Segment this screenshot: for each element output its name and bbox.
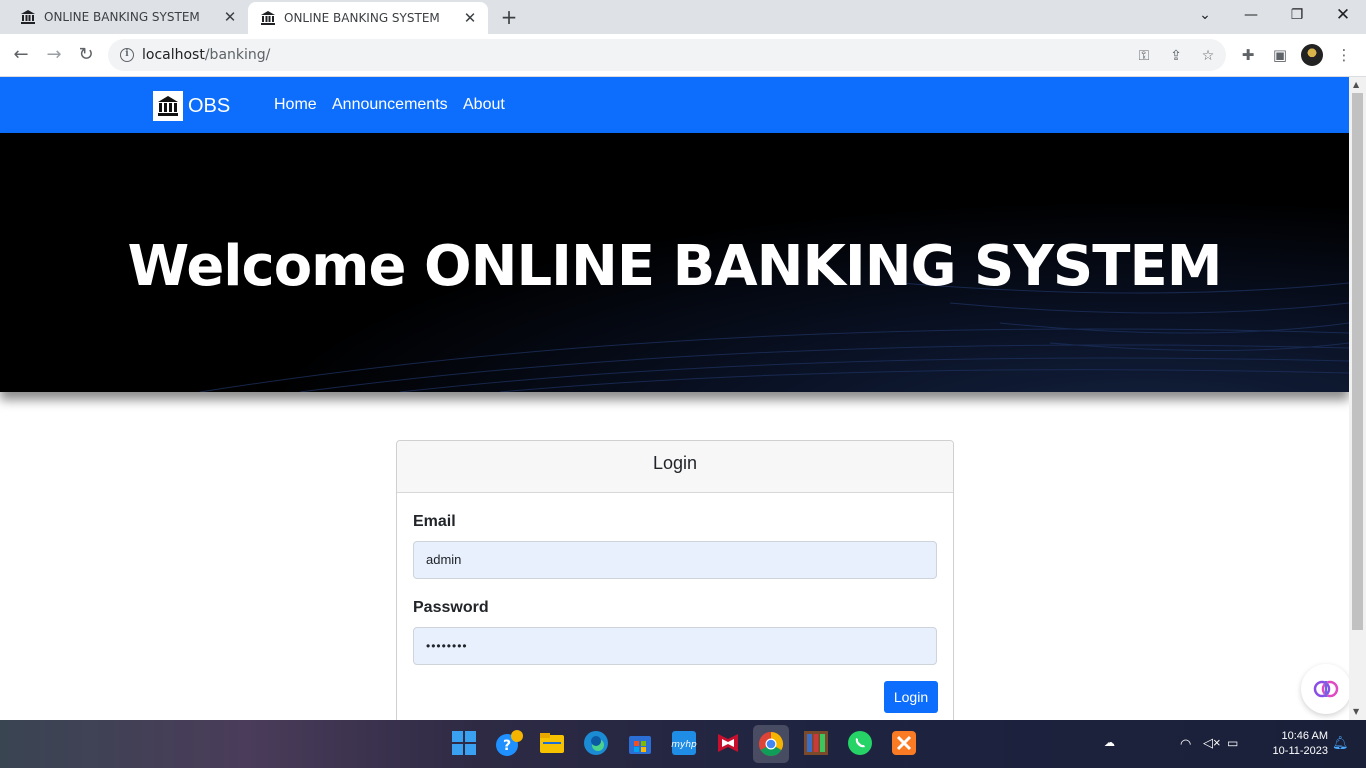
menu-icon[interactable]: ⋮ xyxy=(1334,45,1354,65)
hero-banner: Welcome ONLINE BANKING SYSTEM xyxy=(0,133,1349,392)
login-card-header: Login xyxy=(397,441,953,493)
notification-bell-icon[interactable]: 🔔︎ xyxy=(1332,735,1349,783)
scroll-up-icon[interactable]: ▲ xyxy=(1353,80,1359,89)
xampp-icon[interactable] xyxy=(891,730,917,756)
taskbar-clock[interactable]: 10:46 AM 10-11-2023 xyxy=(1258,729,1328,759)
brand-name: OBS xyxy=(188,94,231,117)
new-tab-button[interactable]: + xyxy=(498,7,520,29)
volume-muted-icon[interactable]: ◁× xyxy=(1203,735,1221,783)
url-host: localhost xyxy=(142,47,205,63)
sidepanel-icon[interactable]: ▣ xyxy=(1270,45,1290,65)
clock-time: 10:46 AM xyxy=(1281,730,1328,742)
tab-search-icon[interactable]: ⌄ xyxy=(1190,4,1220,28)
page-scrollbar[interactable]: ▲ ▼ xyxy=(1349,77,1366,720)
restore-button[interactable]: ❐ xyxy=(1282,4,1312,28)
info-icon[interactable]: i xyxy=(120,48,134,62)
hero-title: Welcome ONLINE BANKING SYSTEM xyxy=(127,234,1223,299)
battery-icon[interactable]: ▭ xyxy=(1227,736,1238,784)
close-icon[interactable]: ✕ xyxy=(462,10,478,26)
scroll-thumb[interactable] xyxy=(1352,93,1363,630)
brand[interactable]: OBS xyxy=(153,91,230,121)
site-navbar: OBS Home Announcements About xyxy=(0,77,1349,133)
url-path: /banking/ xyxy=(204,47,271,63)
nav-link-announcements[interactable]: Announcements xyxy=(332,96,448,114)
file-explorer-icon[interactable] xyxy=(539,730,565,756)
forward-icon[interactable]: → xyxy=(43,44,65,66)
browser-tab[interactable]: ONLINE BANKING SYSTEM ✕ xyxy=(0,0,248,34)
back-icon[interactable]: ← xyxy=(10,44,32,66)
whatsapp-icon[interactable] xyxy=(847,730,873,756)
password-label: Password xyxy=(413,599,489,616)
onedrive-icon[interactable]: ☁ xyxy=(1104,736,1115,784)
clock-date: 10-11-2023 xyxy=(1272,745,1328,757)
winrar-icon[interactable] xyxy=(803,730,829,756)
url-text: localhost/banking/ xyxy=(142,47,270,63)
chrome-icon[interactable] xyxy=(753,725,789,763)
wifi-icon[interactable]: ◠ xyxy=(1180,736,1191,784)
assistant-icon[interactable] xyxy=(1301,664,1349,714)
email-field[interactable]: admin xyxy=(413,541,937,579)
nav-link-home[interactable]: Home xyxy=(274,96,317,114)
svg-text:?: ? xyxy=(503,738,511,754)
star-icon[interactable]: ☆ xyxy=(1200,48,1216,64)
close-window-button[interactable]: ✕ xyxy=(1328,4,1358,28)
address-bar[interactable]: i localhost/banking/ ⚿ ⇪ ☆ xyxy=(108,39,1226,71)
share-icon[interactable]: ⇪ xyxy=(1168,48,1184,64)
browser-toolbar: ← → ↻ i localhost/banking/ ⚿ ⇪ ☆ ✚ ▣ ⋮ xyxy=(0,34,1366,77)
nav-link-about[interactable]: About xyxy=(463,96,505,114)
taskbar: ? myhp ☁ ◠ ◁× ▭ 10:46 AM 10-11-2023 🔔︎ xyxy=(0,720,1366,768)
bank-icon xyxy=(261,11,275,25)
key-icon[interactable]: ⚿ xyxy=(1136,48,1152,64)
email-label: Email xyxy=(413,513,456,530)
minimize-button[interactable]: — xyxy=(1236,4,1266,28)
windows-start-icon[interactable] xyxy=(451,730,477,756)
myhp-icon[interactable]: myhp xyxy=(671,730,697,756)
login-button[interactable]: Login xyxy=(884,681,938,713)
extensions-icon[interactable]: ✚ xyxy=(1238,45,1258,65)
scroll-down-icon[interactable]: ▼ xyxy=(1353,707,1359,716)
page-viewport: OBS Home Announcements About Welcome ONL… xyxy=(0,77,1349,720)
avatar[interactable] xyxy=(1301,44,1323,66)
edge-icon[interactable] xyxy=(583,730,609,756)
mcafee-icon[interactable] xyxy=(715,730,741,756)
bank-logo-icon xyxy=(153,91,183,121)
login-card: Login Email admin Password •••••••• Logi… xyxy=(396,440,954,720)
tab-title: ONLINE BANKING SYSTEM xyxy=(44,10,200,24)
bank-icon xyxy=(21,10,35,24)
browser-tab-active[interactable]: ONLINE BANKING SYSTEM ✕ xyxy=(248,2,488,34)
reload-icon[interactable]: ↻ xyxy=(75,44,97,66)
close-icon[interactable]: ✕ xyxy=(222,9,238,25)
password-field[interactable]: •••••••• xyxy=(413,627,937,665)
store-icon[interactable] xyxy=(627,730,653,756)
tab-title: ONLINE BANKING SYSTEM xyxy=(284,11,440,25)
svg-text:myhp: myhp xyxy=(671,740,697,750)
tab-strip: ONLINE BANKING SYSTEM ✕ ONLINE BANKING S… xyxy=(0,0,1366,34)
help-icon[interactable]: ? xyxy=(495,730,523,756)
